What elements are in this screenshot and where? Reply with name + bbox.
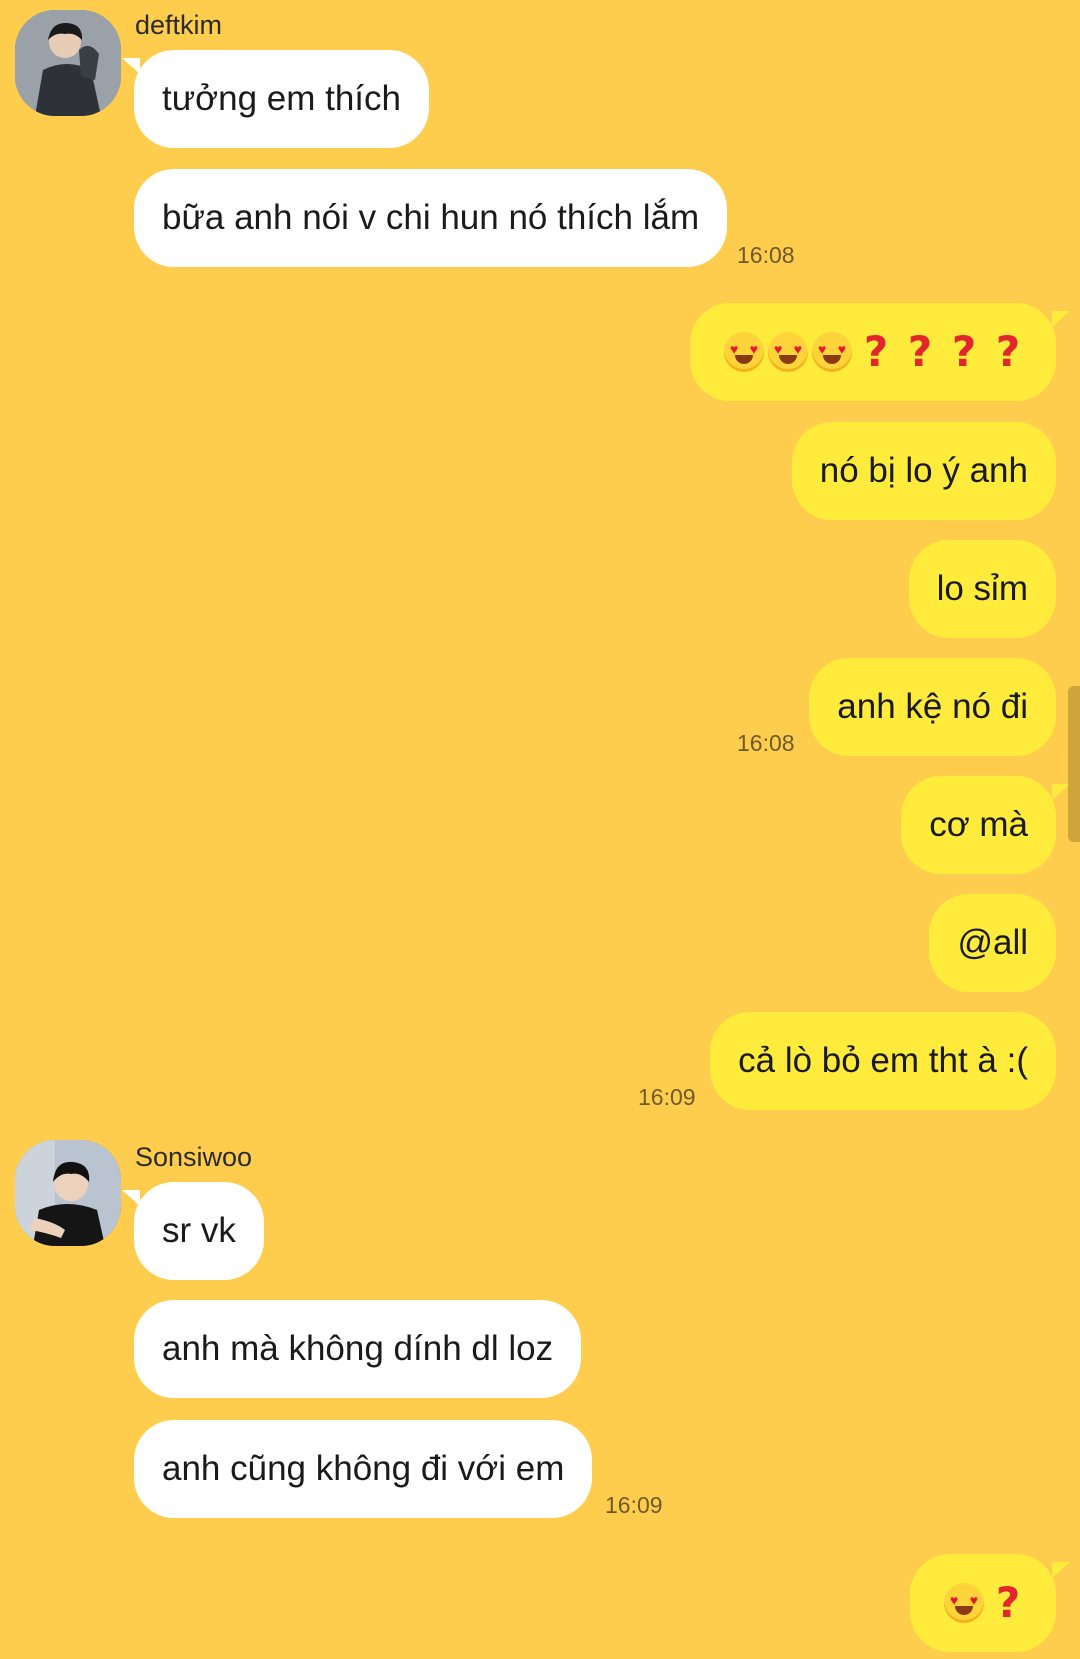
message-bubble[interactable]: bữa anh nói v chi hun nó thích lắm (134, 169, 728, 267)
message-text: bữa anh nói v chi hun nó thích lắm (162, 198, 700, 237)
message-bubble[interactable]: anh mà không dính dl loz (134, 1300, 582, 1398)
message-timestamp: 16:09 (605, 1492, 663, 1518)
question-mark-emoji-icon: ? (995, 1578, 1021, 1627)
scrollbar[interactable] (1068, 686, 1080, 842)
message-text: cơ mà (929, 805, 1028, 844)
question-mark-emoji-icon: ? (951, 327, 977, 376)
question-mark-emoji-icon: ? (907, 327, 933, 376)
emoji-row: ♥ ♥ ? (944, 1582, 1028, 1624)
message-bubble[interactable]: ♥ ♥ ? (910, 1554, 1070, 1652)
message-bubble[interactable]: @all (929, 894, 1056, 992)
message-text: sr vk (162, 1211, 236, 1250)
message-text: anh cũng không đi với em (162, 1449, 565, 1488)
heart-eyes-emoji-icon: ♥ ♥ (724, 332, 764, 372)
message-timestamp: 16:08 (737, 730, 795, 756)
message-bubble[interactable]: ♥ ♥ ♥ ♥ ♥ ♥ ? ? ? ? (690, 303, 1070, 401)
message-text: @all (957, 923, 1028, 962)
question-mark-emoji-icon: ? (995, 327, 1021, 376)
message-bubble[interactable]: cả lò bỏ em tht à :( (710, 1012, 1056, 1110)
message-text: lo sỉm (936, 569, 1028, 608)
emoji-row: ♥ ♥ ♥ ♥ ♥ ♥ ? ? ? ? (724, 331, 1028, 373)
avatar-sonsiwoo[interactable] (15, 1140, 121, 1246)
sender-name: Sonsiwoo (135, 1142, 253, 1172)
message-bubble[interactable]: anh cũng không đi với em (134, 1420, 593, 1518)
message-bubble[interactable]: tưởng em thích (122, 50, 429, 148)
message-bubble[interactable]: cơ mà (901, 776, 1070, 874)
message-text: nó bị lo ý anh (819, 451, 1028, 490)
question-mark-emoji-icon: ? (863, 327, 889, 376)
message-timestamp: 16:08 (737, 242, 795, 268)
sender-name: deftkim (135, 10, 223, 40)
heart-eyes-emoji-icon: ♥ ♥ (944, 1583, 984, 1623)
message-bubble[interactable]: anh kệ nó đi (809, 658, 1056, 756)
avatar-deftkim[interactable] (15, 10, 121, 116)
heart-eyes-emoji-icon: ♥ ♥ (812, 332, 852, 372)
message-text: tưởng em thích (162, 79, 401, 118)
message-bubble[interactable]: sr vk (122, 1182, 264, 1280)
message-text: anh kệ nó đi (837, 687, 1028, 726)
message-bubble[interactable]: nó bị lo ý anh (791, 422, 1056, 520)
message-text: cả lò bỏ em tht à :( (738, 1041, 1028, 1080)
message-bubble[interactable]: lo sỉm (908, 540, 1056, 638)
message-text: anh mà không dính dl loz (162, 1329, 554, 1368)
message-timestamp: 16:09 (638, 1084, 696, 1110)
heart-eyes-emoji-icon: ♥ ♥ (768, 332, 808, 372)
